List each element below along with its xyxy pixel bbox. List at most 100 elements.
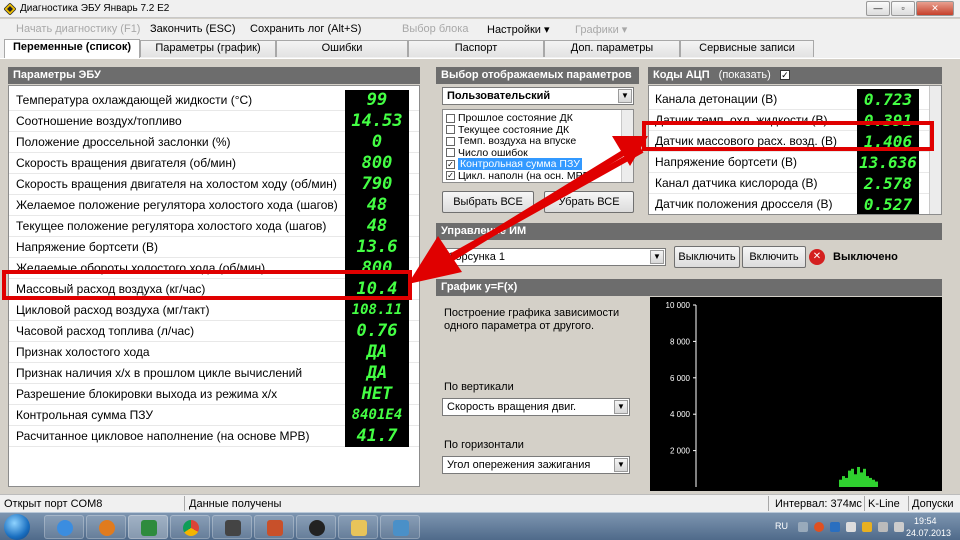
tab-variables-list[interactable]: Переменные (список) bbox=[4, 39, 140, 58]
param-checklist-item[interactable]: Прошлое состояние ДК bbox=[446, 112, 573, 124]
taskbar-media-icon[interactable] bbox=[86, 515, 126, 539]
close-button[interactable]: ✕ bbox=[916, 1, 954, 16]
checkbox[interactable]: ✓ bbox=[446, 171, 455, 180]
taskbar-photo-icon[interactable] bbox=[380, 515, 420, 539]
status-separator bbox=[864, 496, 865, 511]
actuator-off-button[interactable]: Выключить bbox=[674, 246, 740, 268]
checkbox[interactable] bbox=[446, 113, 455, 123]
vertical-param-dropdown[interactable]: Скорость вращения двиг. ▼ bbox=[442, 398, 630, 416]
taskbar-chrome-icon[interactable] bbox=[170, 515, 210, 539]
plot-point bbox=[860, 472, 863, 487]
ecu-param-label: Признак наличия х/х в прошлом цикле вычи… bbox=[16, 366, 303, 380]
im-panel-title: Управление ИМ bbox=[436, 223, 942, 240]
minimize-button[interactable]: — bbox=[866, 1, 890, 16]
ecu-param-label: Текущее положение регулятора холостого х… bbox=[16, 219, 327, 233]
ecu-param-row: Часовой расход топлива (л/час) 0.76 bbox=[9, 321, 419, 342]
tray-icon[interactable] bbox=[830, 522, 840, 532]
save-log-button[interactable]: Сохранить лог (Alt+S) bbox=[250, 23, 361, 35]
ecu-param-row: Текущее положение регулятора холостого х… bbox=[9, 216, 419, 237]
adc-panel-title: Коды АЦП bbox=[653, 69, 710, 81]
param-checklist-item[interactable]: Число ошибок bbox=[446, 147, 528, 159]
param-checklist-item[interactable]: Темп. воздуха на впуске bbox=[446, 135, 576, 147]
settings-menu[interactable]: Настройки ▾ bbox=[487, 23, 550, 36]
tray-icon[interactable] bbox=[862, 522, 872, 532]
tab-params-graph[interactable]: Параметры (график) bbox=[140, 40, 276, 57]
taskbar-folder-icon[interactable] bbox=[338, 515, 378, 539]
param-checklist-item[interactable]: Текущее состояние ДК bbox=[446, 124, 569, 136]
ecu-param-label: Напряжение бортсети (В) bbox=[16, 240, 159, 254]
language-indicator[interactable]: RU bbox=[775, 521, 788, 531]
checkbox[interactable] bbox=[446, 125, 455, 134]
network-icon[interactable] bbox=[878, 522, 888, 532]
param-checklist-item[interactable]: ✓ Контрольная сумма ПЗУ bbox=[446, 158, 582, 170]
tray-time[interactable]: 19:54 bbox=[914, 516, 937, 526]
menu-bar: Начать диагностику (F1) Закончить (ESC) … bbox=[0, 19, 960, 39]
tab-service-records[interactable]: Сервисные записи bbox=[680, 40, 814, 57]
tray-date[interactable]: 24.07.2013 bbox=[906, 528, 951, 538]
plot-point bbox=[848, 470, 851, 487]
ecu-param-value: 99 bbox=[345, 90, 409, 111]
taskbar-diagnostics-icon[interactable] bbox=[128, 515, 168, 539]
ecu-param-value: НЕТ bbox=[345, 384, 409, 405]
select-all-button[interactable]: Выбрать ВСЕ bbox=[442, 191, 534, 213]
taskbar-ie-icon[interactable] bbox=[44, 515, 84, 539]
tray-icon[interactable] bbox=[814, 522, 824, 532]
graphs-menu[interactable]: Графики ▾ bbox=[575, 23, 627, 36]
taskbar-app-icon[interactable] bbox=[212, 515, 252, 539]
adc-value: 0.527 bbox=[857, 194, 919, 214]
checkbox[interactable] bbox=[446, 148, 455, 157]
chevron-down-icon: ▼ bbox=[614, 458, 628, 472]
adc-show-checkbox[interactable]: ✓ bbox=[779, 70, 790, 81]
start-diagnostics-button[interactable]: Начать диагностику (F1) bbox=[16, 23, 140, 35]
adc-label: Канала детонации (В) bbox=[655, 92, 778, 106]
ecu-param-value: 0 bbox=[345, 132, 409, 153]
checklist-scrollbar[interactable] bbox=[621, 110, 633, 182]
ecu-param-value: 48 bbox=[345, 195, 409, 216]
adc-label: Датчик положения дросселя (В) bbox=[655, 197, 833, 211]
ecu-param-row: Соотношение воздух/топливо 14.53 bbox=[9, 111, 419, 132]
param-checklist: ✓ Цикл. наполн (на осн. МРВ) ✓ Контрольная … bbox=[442, 109, 634, 183]
ecu-param-label: Часовой расход топлива (л/час) bbox=[16, 324, 195, 338]
status-separator bbox=[908, 496, 909, 511]
ecu-param-row: Признак наличия х/х в прошлом цикле вычи… bbox=[9, 363, 419, 384]
ecu-param-row: Температура охлаждающей жидкости (°C) 99 bbox=[9, 90, 419, 111]
plot-point bbox=[845, 477, 848, 487]
tab-passport[interactable]: Паспорт bbox=[408, 40, 544, 57]
taskbar: RU 19:54 24.07.2013 bbox=[0, 512, 960, 540]
tab-errors[interactable]: Ошибки bbox=[276, 40, 408, 57]
param-checklist-item[interactable]: ✓ Цикл. наполн (на осн. МРВ) bbox=[446, 170, 593, 182]
actuator-on-button[interactable]: Включить bbox=[742, 246, 806, 268]
graph-panel: График y=F(x) Построение графика зависим… bbox=[436, 279, 942, 491]
actuator-dropdown[interactable]: Форсунка 1 ▼ bbox=[442, 248, 666, 266]
taskbar-app-icon[interactable] bbox=[254, 515, 294, 539]
tray-icon[interactable] bbox=[846, 522, 856, 532]
chevron-down-icon: ▼ bbox=[650, 250, 664, 264]
tray-icon[interactable] bbox=[798, 522, 808, 532]
ecu-param-row: Скорость вращения двигателя (об/мин) 800 bbox=[9, 153, 419, 174]
checkbox[interactable]: ✓ bbox=[446, 159, 455, 169]
tab-extra-params[interactable]: Доп. параметры bbox=[544, 40, 680, 57]
ecu-param-label: Контрольная сумма ПЗУ bbox=[16, 408, 153, 422]
window-controls: — ▫ ✕ bbox=[866, 1, 954, 16]
taskbar-app-icon[interactable] bbox=[296, 515, 336, 539]
ecu-param-row: Скорость вращения двигателя на холостом … bbox=[9, 174, 419, 195]
start-button[interactable] bbox=[4, 514, 30, 540]
ecu-param-label: Разрешение блокировки выхода из режима х… bbox=[16, 387, 278, 401]
ecu-param-row: Разрешение блокировки выхода из режима х… bbox=[9, 384, 419, 405]
finish-button[interactable]: Закончить (ESC) bbox=[150, 23, 236, 35]
adc-value: 0.723 bbox=[857, 89, 919, 110]
checkbox[interactable] bbox=[446, 136, 455, 146]
block-select-button[interactable]: Выбор блока bbox=[402, 23, 468, 35]
deselect-all-button[interactable]: Убрать ВСЕ bbox=[544, 191, 634, 213]
adc-value: 13.636 bbox=[857, 152, 919, 173]
volume-icon[interactable] bbox=[894, 522, 904, 532]
horizontal-param-dropdown[interactable]: Угол опережения зажигания ▼ bbox=[442, 456, 630, 474]
chevron-down-icon: ▼ bbox=[614, 400, 628, 414]
maximize-button[interactable]: ▫ bbox=[891, 1, 915, 16]
preset-dropdown[interactable]: Пользовательский ▼ bbox=[442, 87, 634, 105]
param-checklist-label: Контрольная сумма ПЗУ bbox=[458, 158, 582, 170]
horizontal-param-value: Угол опережения зажигания bbox=[447, 459, 591, 471]
port-status: Открыт порт COM8 bbox=[4, 498, 103, 510]
chevron-down-icon: ▼ bbox=[618, 89, 632, 103]
plot-point bbox=[851, 468, 854, 487]
